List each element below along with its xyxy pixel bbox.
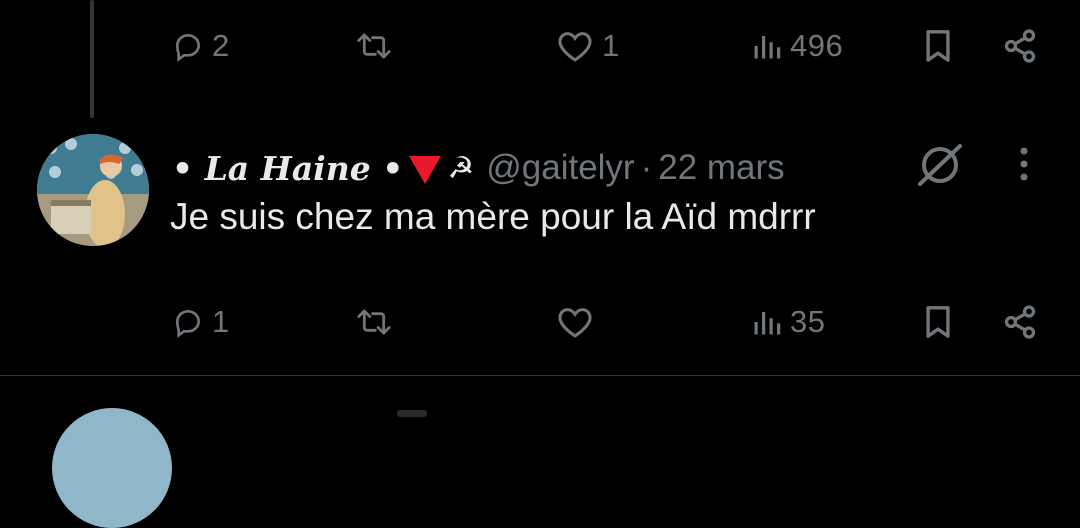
views-icon bbox=[752, 307, 782, 337]
views-button[interactable]: 35 bbox=[752, 295, 825, 349]
views-count: 35 bbox=[790, 304, 826, 339]
avatar-image bbox=[37, 134, 149, 246]
share-button[interactable] bbox=[1002, 19, 1038, 73]
down-red-triangle-emoji bbox=[409, 156, 442, 184]
like-button[interactable]: 1 bbox=[556, 19, 620, 73]
retweet-icon bbox=[356, 306, 392, 338]
user-handle[interactable]: @gaitelyr bbox=[486, 148, 634, 188]
reply-count: 2 bbox=[212, 28, 230, 63]
tweet-action-bar: 1 35 bbox=[168, 295, 1048, 349]
retweet-button[interactable] bbox=[356, 19, 400, 73]
share-icon bbox=[1002, 28, 1038, 64]
tweet-header: • La Haine • ☭ @gaitelyr · 22 mars bbox=[172, 142, 785, 194]
views-button[interactable]: 496 bbox=[752, 19, 843, 73]
reply-button[interactable]: 2 bbox=[172, 19, 230, 73]
reply-icon bbox=[172, 30, 204, 62]
share-button[interactable] bbox=[1002, 295, 1038, 349]
like-count: 1 bbox=[602, 28, 620, 63]
prev-tweet-action-bar: 2 1 496 bbox=[168, 19, 1048, 73]
next-tweet-avatar[interactable] bbox=[52, 408, 172, 528]
views-icon bbox=[752, 31, 782, 61]
share-icon bbox=[1002, 304, 1038, 340]
views-count: 496 bbox=[790, 28, 844, 63]
tweet-timestamp[interactable]: 22 mars bbox=[658, 148, 784, 188]
retweet-icon bbox=[356, 30, 392, 62]
tweet-text: Je suis chez ma mère pour la Aïd mdrrr bbox=[170, 196, 816, 237]
more-icon bbox=[1010, 147, 1038, 188]
like-icon bbox=[556, 305, 594, 339]
bookmark-button[interactable] bbox=[923, 19, 953, 73]
like-icon bbox=[556, 29, 594, 63]
bookmark-icon bbox=[923, 305, 953, 339]
thread-connector-line bbox=[90, 0, 94, 118]
grok-button[interactable] bbox=[914, 140, 966, 195]
next-tweet-header-fragment bbox=[397, 410, 427, 417]
retweet-button[interactable] bbox=[356, 295, 400, 349]
bookmark-icon bbox=[923, 29, 953, 63]
more-options-button[interactable] bbox=[1010, 144, 1038, 189]
hammer-sickle-emoji: ☭ bbox=[447, 151, 475, 185]
grok-icon bbox=[914, 144, 966, 194]
tweet-divider bbox=[0, 375, 1080, 376]
avatar[interactable] bbox=[37, 134, 149, 246]
bookmark-button[interactable] bbox=[923, 295, 953, 349]
reply-button[interactable]: 1 bbox=[172, 295, 230, 349]
header-separator: · bbox=[640, 148, 653, 187]
like-button[interactable] bbox=[556, 295, 602, 349]
display-name[interactable]: • La Haine • bbox=[172, 149, 403, 188]
reply-count: 1 bbox=[212, 304, 230, 339]
reply-icon bbox=[172, 306, 204, 338]
